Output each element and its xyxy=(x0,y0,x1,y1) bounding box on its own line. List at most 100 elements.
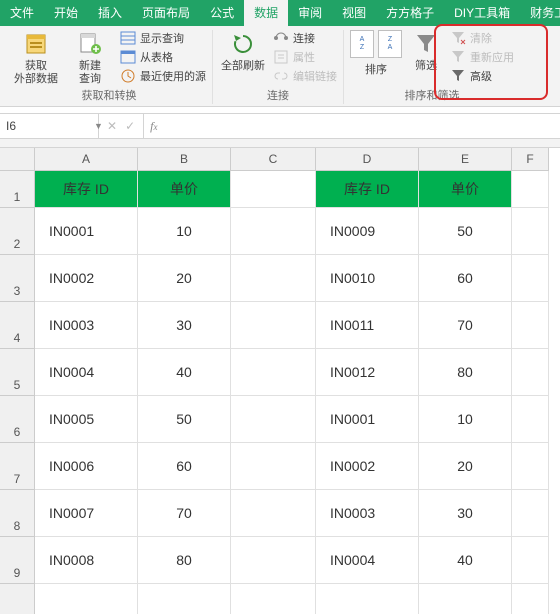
tab-7[interactable]: 视图 xyxy=(332,0,376,26)
cell-E3[interactable]: 60 xyxy=(419,255,512,302)
row-header-7[interactable]: 7 xyxy=(0,443,35,490)
fx-icon[interactable]: fx xyxy=(144,119,163,134)
cell-D3[interactable]: IN0010 xyxy=(316,255,419,302)
tab-8[interactable]: 方方格子 xyxy=(376,0,444,26)
cell-B3[interactable]: 20 xyxy=(138,255,231,302)
row-header-6[interactable]: 6 xyxy=(0,396,35,443)
col-header-A[interactable]: A xyxy=(35,148,138,171)
cell-C1[interactable] xyxy=(231,171,316,208)
sort-asc-button[interactable]: AZ xyxy=(350,30,374,58)
cell-E5[interactable]: 80 xyxy=(419,349,512,396)
sort-desc-button[interactable]: ZA xyxy=(378,30,402,58)
from-table-button[interactable]: 从表格 xyxy=(120,49,206,65)
cell-C3[interactable] xyxy=(231,255,316,302)
row-header-5[interactable]: 5 xyxy=(0,349,35,396)
cell-A10[interactable] xyxy=(35,584,138,614)
cell-E1[interactable]: 单价 xyxy=(419,171,512,208)
cell-F7[interactable] xyxy=(512,443,549,490)
col-header-F[interactable]: F xyxy=(512,148,549,171)
row-header-1[interactable]: 1 xyxy=(0,171,35,208)
recent-sources-button[interactable]: 最近使用的源 xyxy=(120,68,206,84)
cell-B2[interactable]: 10 xyxy=(138,208,231,255)
col-header-B[interactable]: B xyxy=(138,148,231,171)
cell-F5[interactable] xyxy=(512,349,549,396)
cell-A4[interactable]: IN0003 xyxy=(35,302,138,349)
cell-A7[interactable]: IN0006 xyxy=(35,443,138,490)
cell-D2[interactable]: IN0009 xyxy=(316,208,419,255)
cell-E7[interactable]: 20 xyxy=(419,443,512,490)
cell-B1[interactable]: 单价 xyxy=(138,171,231,208)
cell-D1[interactable]: 库存 ID xyxy=(316,171,419,208)
name-box-input[interactable] xyxy=(0,119,90,133)
cell-A2[interactable]: IN0001 xyxy=(35,208,138,255)
cell-D4[interactable]: IN0011 xyxy=(316,302,419,349)
sort-button[interactable]: 排序 xyxy=(350,61,402,77)
get-external-data-button[interactable]: 获取 外部数据 xyxy=(12,30,60,86)
cell-C4[interactable] xyxy=(231,302,316,349)
row-header-2[interactable]: 2 xyxy=(0,208,35,255)
cell-C10[interactable] xyxy=(231,584,316,614)
cell-F4[interactable] xyxy=(512,302,549,349)
tab-3[interactable]: 页面布局 xyxy=(132,0,200,26)
cell-B10[interactable] xyxy=(138,584,231,614)
cell-C7[interactable] xyxy=(231,443,316,490)
cell-A5[interactable]: IN0004 xyxy=(35,349,138,396)
cell-A1[interactable]: 库存 ID xyxy=(35,171,138,208)
cell-B9[interactable]: 80 xyxy=(138,537,231,584)
cell-C9[interactable] xyxy=(231,537,316,584)
formula-input[interactable] xyxy=(163,115,560,137)
cell-F6[interactable] xyxy=(512,396,549,443)
cell-F2[interactable] xyxy=(512,208,549,255)
show-queries-button[interactable]: 显示查询 xyxy=(120,30,206,46)
cell-E2[interactable]: 50 xyxy=(419,208,512,255)
row-header-3[interactable]: 3 xyxy=(0,255,35,302)
col-header-D[interactable]: D xyxy=(316,148,419,171)
cell-A6[interactable]: IN0005 xyxy=(35,396,138,443)
row-header-8[interactable]: 8 xyxy=(0,490,35,537)
cell-D8[interactable]: IN0003 xyxy=(316,490,419,537)
cell-C8[interactable] xyxy=(231,490,316,537)
cell-B8[interactable]: 70 xyxy=(138,490,231,537)
cell-D9[interactable]: IN0004 xyxy=(316,537,419,584)
cell-D7[interactable]: IN0002 xyxy=(316,443,419,490)
cell-B6[interactable]: 50 xyxy=(138,396,231,443)
name-box[interactable]: ▼ xyxy=(0,114,99,138)
cell-F10[interactable] xyxy=(512,584,549,614)
cell-C5[interactable] xyxy=(231,349,316,396)
filter-button[interactable]: 筛选 xyxy=(408,30,444,73)
tab-6[interactable]: 审阅 xyxy=(288,0,332,26)
cell-C2[interactable] xyxy=(231,208,316,255)
advanced-filter-button[interactable]: 高级 xyxy=(450,68,514,84)
cell-B4[interactable]: 30 xyxy=(138,302,231,349)
cell-A9[interactable]: IN0008 xyxy=(35,537,138,584)
cell-E4[interactable]: 70 xyxy=(419,302,512,349)
cell-E6[interactable]: 10 xyxy=(419,396,512,443)
tab-4[interactable]: 公式 xyxy=(200,0,244,26)
col-header-E[interactable]: E xyxy=(419,148,512,171)
tab-0[interactable]: 文件 xyxy=(0,0,44,26)
tab-5[interactable]: 数据 xyxy=(244,0,288,26)
tab-1[interactable]: 开始 xyxy=(44,0,88,26)
new-query-button[interactable]: 新建 查询 xyxy=(66,30,114,86)
col-header-C[interactable]: C xyxy=(231,148,316,171)
cell-F8[interactable] xyxy=(512,490,549,537)
refresh-all-button[interactable]: 全部刷新 xyxy=(219,30,267,73)
cell-B7[interactable]: 60 xyxy=(138,443,231,490)
cell-D5[interactable]: IN0012 xyxy=(316,349,419,396)
tab-9[interactable]: DIY工具箱 xyxy=(444,0,520,26)
tab-10[interactable]: 财务工 xyxy=(520,0,560,26)
cell-A3[interactable]: IN0002 xyxy=(35,255,138,302)
cell-E8[interactable]: 30 xyxy=(419,490,512,537)
row-header-4[interactable]: 4 xyxy=(0,302,35,349)
cell-F3[interactable] xyxy=(512,255,549,302)
row-header-9[interactable]: 9 xyxy=(0,537,35,584)
cell-E10[interactable] xyxy=(419,584,512,614)
tab-2[interactable]: 插入 xyxy=(88,0,132,26)
select-all-corner[interactable] xyxy=(0,148,35,171)
cell-D6[interactable]: IN0001 xyxy=(316,396,419,443)
connections-button[interactable]: 连接 xyxy=(273,30,337,46)
cell-D10[interactable] xyxy=(316,584,419,614)
row-header-10[interactable]: 10 xyxy=(0,584,35,614)
cell-B5[interactable]: 40 xyxy=(138,349,231,396)
cell-F9[interactable] xyxy=(512,537,549,584)
